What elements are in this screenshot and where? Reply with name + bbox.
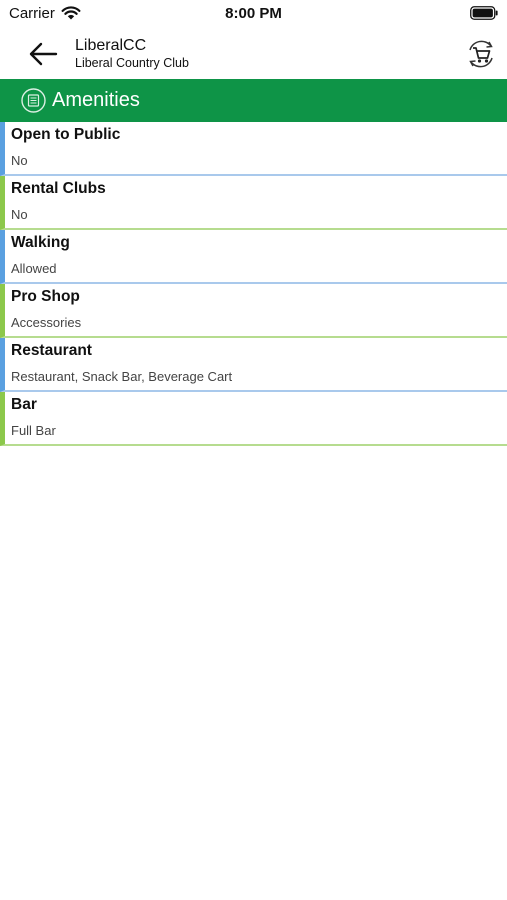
amenity-value: Accessories [11, 315, 82, 330]
page-subtitle: Liberal Country Club [75, 56, 189, 70]
list-item[interactable]: Bar Full Bar [0, 392, 507, 446]
arrow-left-icon [29, 42, 58, 66]
cart-refresh-icon [469, 40, 493, 68]
status-bar: Carrier 8:00 PM [0, 0, 507, 30]
amenities-list: Open to Public No Rental Clubs No Walkin… [0, 122, 507, 446]
amenity-label: Restaurant [11, 342, 92, 359]
amenity-label: Bar [11, 396, 37, 413]
amenity-value: Allowed [11, 261, 57, 276]
section-header: Amenities [0, 79, 507, 122]
list-icon [21, 88, 46, 113]
battery-icon [470, 6, 498, 20]
back-button[interactable] [26, 39, 60, 69]
list-item[interactable]: Walking Allowed [0, 230, 507, 284]
section-title: Amenities [52, 89, 140, 111]
amenity-value: Full Bar [11, 423, 56, 438]
amenity-value: Restaurant, Snack Bar, Beverage Cart [11, 369, 233, 384]
amenity-label: Pro Shop [11, 288, 80, 305]
list-item[interactable]: Rental Clubs No [0, 176, 507, 230]
amenity-value: No [11, 207, 28, 222]
cart-refresh-button[interactable] [464, 37, 498, 71]
list-item[interactable]: Pro Shop Accessories [0, 284, 507, 338]
list-item[interactable]: Restaurant Restaurant, Snack Bar, Bevera… [0, 338, 507, 392]
nav-bar: LiberalCC Liberal Country Club [0, 30, 507, 79]
page-title: LiberalCC [75, 37, 147, 54]
amenity-label: Rental Clubs [11, 180, 106, 197]
clock: 8:00 PM [225, 5, 282, 22]
list-item[interactable]: Open to Public No [0, 122, 507, 176]
amenity-value: No [11, 153, 28, 168]
amenity-label: Open to Public [11, 126, 121, 143]
amenity-label: Walking [11, 234, 70, 251]
